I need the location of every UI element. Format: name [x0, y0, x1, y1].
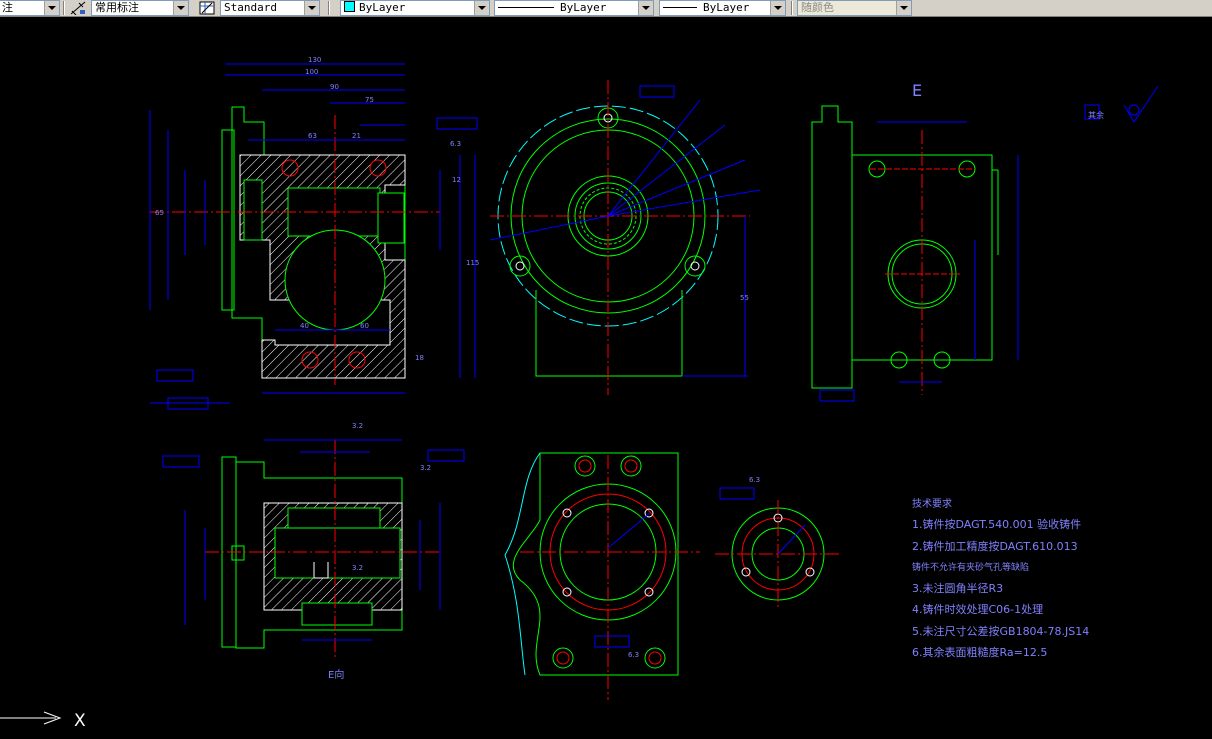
lineweight-dropdown[interactable]: ByLayer — [659, 0, 786, 16]
dimension-style-icon[interactable] — [70, 1, 86, 15]
chevron-down-icon[interactable] — [44, 1, 59, 15]
dim-label: 18 — [415, 354, 424, 362]
notes-line: 1.铸件按DAGT.540.001 验收铸件 — [912, 517, 1081, 531]
dim-label: 55 — [740, 294, 749, 302]
dim-label: 130 — [308, 56, 321, 64]
dim-label: 6.3 — [749, 476, 760, 484]
dim-label: 40 — [300, 322, 309, 330]
chevron-down-icon[interactable] — [638, 1, 653, 15]
chevron-down-icon[interactable] — [474, 1, 489, 15]
table-style-value: Standard — [224, 1, 277, 14]
text-style-value: 注 — [2, 1, 13, 14]
table-style-icon[interactable] — [199, 1, 215, 15]
dimension-style-value: 常用标注 — [95, 1, 139, 14]
view-label-e: E — [912, 81, 922, 100]
lineweight-value: ByLayer — [703, 1, 750, 14]
plot-style-value: 随颜色 — [801, 1, 834, 14]
linetype-value: ByLayer — [560, 1, 607, 14]
plot-style-dropdown[interactable]: 随颜色 — [797, 0, 912, 16]
dim-label: 63 — [308, 132, 317, 140]
toolbar-separator — [63, 1, 65, 15]
dim-label: 75 — [365, 96, 374, 104]
toolbar-separator — [328, 1, 330, 15]
dim-label: 21 — [352, 132, 361, 140]
dim-label: 65 — [155, 209, 164, 217]
notes-line: 2.铸件加工精度按DAGT.610.013 — [912, 539, 1078, 553]
notes-line: 6.其余表面粗糙度Ra=12.5 — [912, 645, 1047, 659]
dim-label: 60 — [360, 322, 369, 330]
dim-label: 6.3 — [450, 140, 461, 148]
lineweight-preview-icon — [663, 7, 697, 8]
chevron-down-icon[interactable] — [304, 1, 319, 15]
color-control-value: ByLayer — [359, 1, 406, 14]
text-style-dropdown[interactable]: 注 — [0, 0, 60, 16]
dim-label: 3.2 — [352, 564, 363, 572]
chevron-down-icon[interactable] — [770, 1, 785, 15]
dim-label: 3.2 — [420, 464, 431, 472]
notes-line: 5.未注尺寸公差按GB1804-78.JS14 — [912, 624, 1089, 638]
linetype-preview-icon — [498, 7, 554, 8]
dim-label: 90 — [330, 83, 339, 91]
color-swatch-icon — [344, 1, 355, 12]
dimension-style-dropdown[interactable]: 常用标注 — [91, 0, 189, 16]
chevron-down-icon[interactable] — [173, 1, 188, 15]
chevron-down-icon[interactable] — [896, 1, 911, 15]
toolbar-separator — [791, 1, 793, 15]
section-label-e: E向 — [328, 668, 344, 681]
table-style-dropdown[interactable]: Standard — [220, 0, 320, 16]
notes-heading: 技术要求 — [912, 497, 952, 510]
color-control-dropdown[interactable]: ByLayer — [340, 0, 490, 16]
properties-toolbar: 注 常用标注 Standard ByLayer ByLayer ByLayer … — [0, 0, 1212, 17]
dim-label: 100 — [305, 68, 318, 76]
roughness-other-label: 其余 — [1088, 110, 1104, 120]
ucs-x-label: X — [74, 711, 86, 731]
dim-label: 3.2 — [352, 422, 363, 430]
dim-label: 115 — [466, 259, 479, 267]
dim-label: 6.3 — [628, 651, 639, 659]
drawing-canvas[interactable]: 130 100 90 75 21 63 65 115 60 40 55 18 1… — [0, 17, 1212, 739]
dim-label: 12 — [452, 176, 461, 184]
notes-line: 铸件不允许有夹砂气孔等缺陷 — [912, 561, 1029, 573]
linetype-dropdown[interactable]: ByLayer — [494, 0, 654, 16]
notes-line: 4.铸件时效处理C06-1处理 — [912, 602, 1043, 616]
notes-line: 3.未注圆角半径R3 — [912, 581, 1003, 595]
